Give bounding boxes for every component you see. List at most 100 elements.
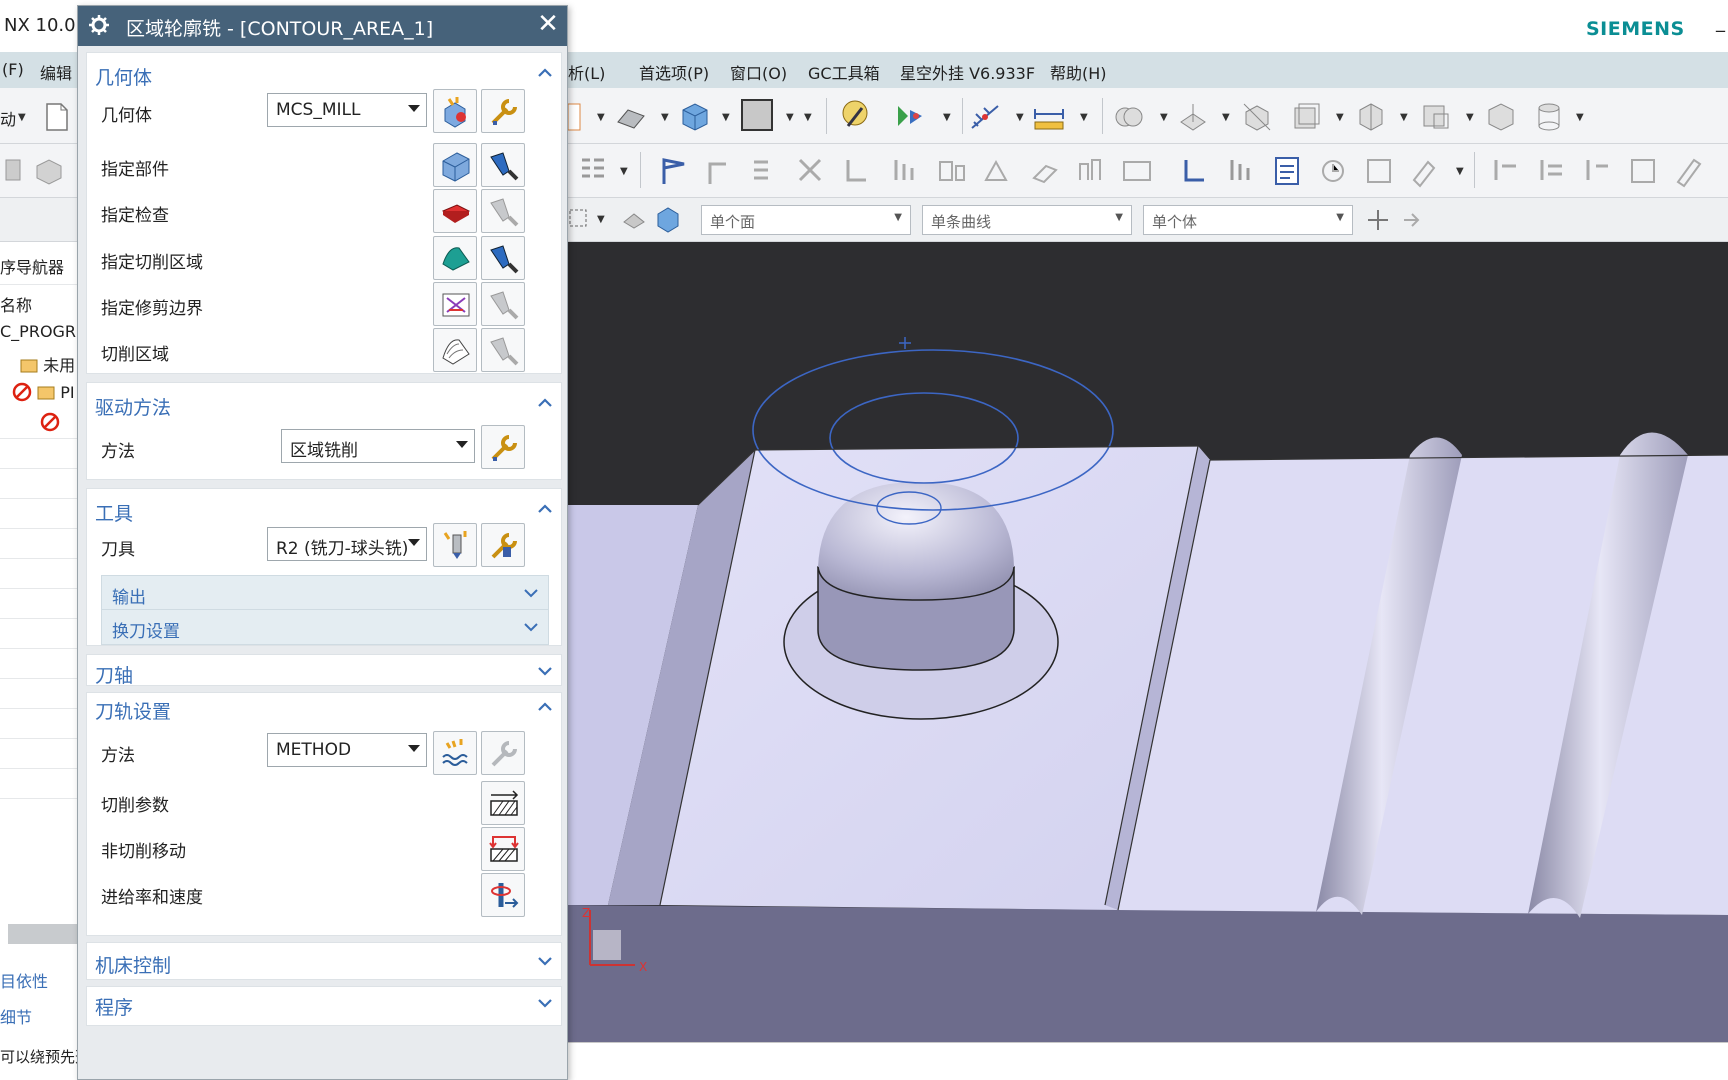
template-icon[interactable] <box>1626 154 1660 188</box>
list-toolpath-icon[interactable] <box>748 154 782 188</box>
chevron-down-icon[interactable]: ▼ <box>786 112 794 123</box>
feature-icon[interactable] <box>1488 154 1522 188</box>
menu-help[interactable]: 帮助(H) <box>1050 60 1107 84</box>
column-name-header[interactable]: 名称 <box>0 292 32 316</box>
replay-toolpath-icon[interactable] <box>702 154 736 188</box>
information-icon[interactable] <box>1270 154 1304 188</box>
machine-icon[interactable] <box>1120 154 1154 188</box>
chevron-down-icon[interactable] <box>535 661 555 681</box>
simulate-icon[interactable] <box>888 154 922 188</box>
show-hide-icon[interactable] <box>894 100 928 134</box>
close-button[interactable]: ✕ <box>533 9 563 43</box>
tree-item-unused[interactable]: 未用 <box>20 352 75 376</box>
chevron-down-icon[interactable]: ▼ <box>804 112 812 123</box>
specify-cut-area-button[interactable] <box>433 236 477 280</box>
chevron-down-icon[interactable]: ▼ <box>620 166 628 177</box>
select-rectangle-icon[interactable] <box>568 204 590 234</box>
edit-drive-method-button[interactable] <box>481 425 525 469</box>
tool-select[interactable]: R2 (铣刀-球头铣) <box>267 527 427 561</box>
snap-point-icon[interactable] <box>1364 206 1392 234</box>
chevron-up-icon[interactable] <box>535 63 555 83</box>
display-trim-button[interactable] <box>481 282 525 326</box>
select-face-icon[interactable] <box>620 204 648 234</box>
box-icon[interactable] <box>1484 100 1518 134</box>
measure-distance-icon[interactable] <box>1032 100 1066 134</box>
menu-window[interactable]: 窗口(O) <box>730 60 787 84</box>
specify-part-button[interactable] <box>433 143 477 187</box>
chevron-down-icon[interactable]: ▼ <box>1400 112 1408 123</box>
cut-icon[interactable] <box>794 154 828 188</box>
menu-plugin[interactable]: 星空外挂 V6.933F <box>900 60 1035 84</box>
minimize-button[interactable]: _ <box>1716 12 1725 33</box>
wcs-icon[interactable] <box>968 100 1002 134</box>
tree-item-operation[interactable] <box>40 412 60 432</box>
doc-icon[interactable] <box>566 100 600 134</box>
select-body-icon[interactable] <box>654 204 682 234</box>
new-method-button[interactable] <box>433 731 477 775</box>
output-subgroup[interactable]: 输出 <box>101 575 549 611</box>
drill-icon[interactable] <box>1178 154 1212 188</box>
new-tool-button[interactable] <box>433 523 477 567</box>
menu-file[interactable]: (F) <box>2 60 24 79</box>
drive-method-select[interactable]: 区域铣削 <box>281 429 475 463</box>
shaded-cube-icon[interactable] <box>678 100 712 134</box>
chevron-up-icon[interactable] <box>535 697 555 717</box>
geometry-group-header[interactable]: 几何体 <box>87 53 563 93</box>
cut-params-button[interactable] <box>481 781 525 825</box>
face-filter-select[interactable]: 单个面 ▼ <box>701 205 911 235</box>
menu-gc-toolbox[interactable]: GC工具箱 <box>808 60 880 84</box>
tool-axis-group-header[interactable]: 刀轴 <box>87 655 563 687</box>
graphics-viewport[interactable]: Z X <box>568 242 1728 1042</box>
toolbar-left-label[interactable]: 动 <box>0 106 16 130</box>
tree-icon[interactable] <box>576 154 610 188</box>
chevron-down-icon[interactable] <box>535 993 555 1013</box>
display-check-button[interactable] <box>481 189 525 233</box>
workpiece-icon[interactable] <box>32 154 66 188</box>
machine-control-group-header[interactable]: 机床控制 <box>87 943 563 981</box>
specify-trim-button[interactable] <box>433 282 477 326</box>
non-cut-moves-button[interactable] <box>481 827 525 871</box>
chevron-down-icon[interactable]: ▼ <box>1080 112 1088 123</box>
chevron-down-icon[interactable]: ▼ <box>1336 112 1344 123</box>
display-cut-area-button[interactable] <box>481 236 525 280</box>
part-model[interactable] <box>568 242 1728 1042</box>
edit-geometry-button[interactable] <box>481 89 525 133</box>
time-icon[interactable] <box>1316 154 1350 188</box>
cylinder-icon[interactable] <box>1532 100 1566 134</box>
specify-check-button[interactable] <box>433 189 477 233</box>
shop-doc-icon[interactable] <box>980 154 1014 188</box>
batch-icon[interactable] <box>1362 154 1396 188</box>
menu-analysis[interactable]: 析(L) <box>568 60 605 84</box>
chevron-down-icon[interactable]: ▼ <box>1576 112 1584 123</box>
geometry-select[interactable]: MCS_MILL <box>267 93 427 127</box>
holder-icon[interactable] <box>1074 154 1108 188</box>
tool-icon[interactable] <box>1028 154 1062 188</box>
sheet-icon[interactable] <box>614 100 648 134</box>
operation-icon[interactable] <box>2 154 36 188</box>
menu-edit[interactable]: 编辑 <box>40 60 72 84</box>
chevron-down-icon[interactable]: ▼ <box>18 112 26 123</box>
menu-preferences[interactable]: 首选项(P) <box>639 60 709 84</box>
unite-icon[interactable] <box>1112 100 1146 134</box>
chevron-down-icon[interactable]: ▼ <box>1016 112 1024 123</box>
program-group-header[interactable]: 程序 <box>87 987 563 1027</box>
chevron-up-icon[interactable] <box>535 499 555 519</box>
editor-icon[interactable] <box>1408 154 1442 188</box>
edit-method-button[interactable] <box>481 731 525 775</box>
feature-edit-icon[interactable] <box>1580 154 1614 188</box>
curve-filter-select[interactable]: 单条曲线 ▼ <box>922 205 1132 235</box>
chevron-down-icon[interactable]: ▼ <box>1466 112 1474 123</box>
background-icon[interactable] <box>740 98 774 132</box>
verify-icon[interactable] <box>840 154 874 188</box>
chevron-down-icon[interactable] <box>535 951 555 971</box>
new-geometry-button[interactable] <box>433 89 477 133</box>
post-process-icon[interactable] <box>934 154 968 188</box>
chevron-down-icon[interactable]: ▼ <box>722 112 730 123</box>
drive-method-group-header[interactable]: 驱动方法 <box>87 383 563 423</box>
tool-change-subgroup[interactable]: 换刀设置 <box>101 609 549 645</box>
generate-toolpath-icon[interactable] <box>656 154 690 188</box>
cut-region-button[interactable] <box>433 328 477 372</box>
chevron-down-icon[interactable]: ▼ <box>661 112 669 123</box>
horizontal-scrollbar[interactable] <box>8 924 78 944</box>
text-note-icon[interactable] <box>1672 154 1706 188</box>
